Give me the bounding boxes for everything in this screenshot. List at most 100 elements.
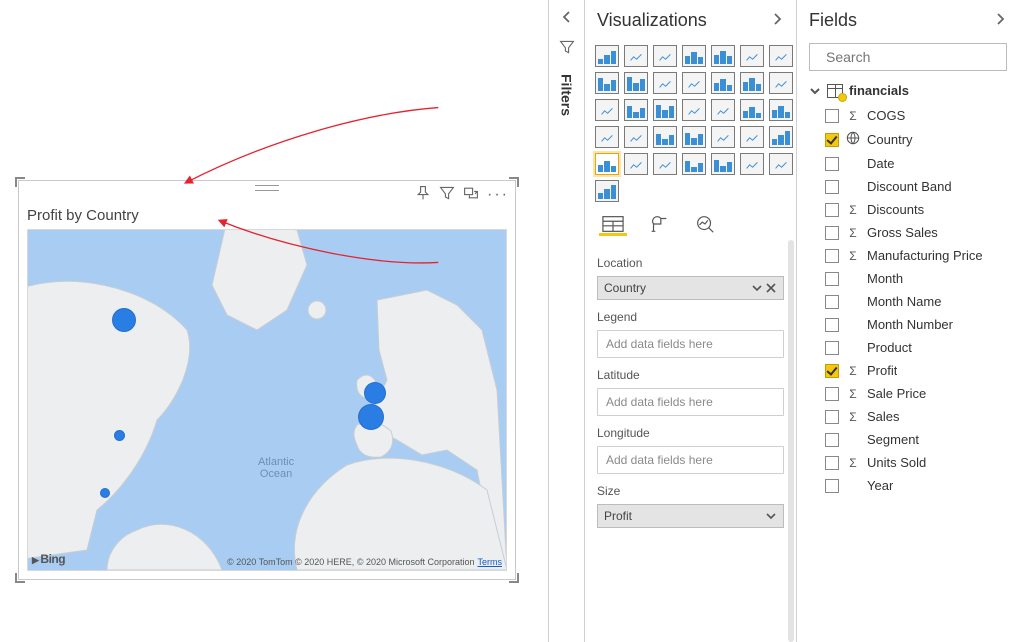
viz-type-tile[interactable] [595,99,619,121]
field-item[interactable]: Month Name [825,290,1007,313]
viz-type-tile[interactable] [740,45,764,67]
viz-type-tile[interactable] [653,72,677,94]
viz-type-tile[interactable] [711,126,735,148]
viz-type-tile[interactable] [682,72,706,94]
field-item[interactable]: Year [825,474,1007,497]
field-checkbox[interactable] [825,318,839,332]
field-item[interactable]: ΣProfit [825,359,1007,382]
viz-type-tile[interactable] [624,72,648,94]
field-item[interactable]: ΣDiscounts [825,198,1007,221]
field-checkbox[interactable] [825,456,839,470]
field-checkbox[interactable] [825,272,839,286]
viz-type-tile[interactable] [624,99,648,121]
focus-mode-icon[interactable] [463,185,479,204]
field-checkbox[interactable] [825,180,839,194]
field-checkbox[interactable] [825,109,839,123]
resize-handle[interactable] [15,573,19,583]
remove-icon[interactable] [765,282,777,294]
viz-type-tile[interactable] [624,126,648,148]
tab-analytics[interactable] [691,214,719,236]
field-item[interactable]: Discount Band [825,175,1007,198]
more-options-icon[interactable]: ··· [487,189,509,201]
viz-type-tile[interactable] [595,72,619,94]
field-checkbox[interactable] [825,387,839,401]
viz-type-tile[interactable] [682,99,706,121]
viz-type-tile[interactable] [595,45,619,67]
well-location[interactable]: Country [597,276,784,300]
map-bubble[interactable] [112,308,136,332]
viz-type-tile[interactable] [740,153,764,175]
field-item[interactable]: Country [825,127,1007,152]
filter-icon[interactable] [439,185,455,204]
viz-type-tile[interactable] [624,45,648,67]
tab-fields[interactable] [599,214,627,236]
field-checkbox[interactable] [825,133,839,147]
viz-type-tile[interactable] [711,72,735,94]
field-item[interactable]: Date [825,152,1007,175]
well-size[interactable]: Profit [597,504,784,528]
viz-type-tile[interactable] [740,72,764,94]
tab-format[interactable] [645,214,673,236]
field-checkbox[interactable] [825,249,839,263]
chevron-down-icon[interactable] [751,282,763,294]
field-checkbox[interactable] [825,410,839,424]
map-visual[interactable]: ··· Profit by Country [18,180,516,580]
well-longitude[interactable]: Add data fields here [597,446,784,474]
viz-type-tile[interactable] [740,126,764,148]
well-latitude[interactable]: Add data fields here [597,388,784,416]
field-checkbox[interactable] [825,364,839,378]
resize-handle[interactable] [515,573,519,583]
field-checkbox[interactable] [825,203,839,217]
field-item[interactable]: Month Number [825,313,1007,336]
collapse-viz-button[interactable] [770,10,784,31]
field-item[interactable]: ΣSale Price [825,382,1007,405]
viz-type-tile[interactable] [711,99,735,121]
field-checkbox[interactable] [825,479,839,493]
viz-type-tile[interactable] [682,126,706,148]
viz-type-tile[interactable] [682,45,706,67]
expand-filters-button[interactable] [560,10,574,27]
field-item[interactable]: Segment [825,428,1007,451]
viz-type-tile[interactable] [595,126,619,148]
field-item[interactable]: Month [825,267,1007,290]
viz-type-tile[interactable] [711,45,735,67]
viz-type-tile[interactable] [769,126,793,148]
pin-icon[interactable] [415,185,431,204]
field-item[interactable]: ΣManufacturing Price [825,244,1007,267]
terms-link[interactable]: Terms [478,557,503,567]
scrollbar[interactable] [788,240,794,642]
well-legend[interactable]: Add data fields here [597,330,784,358]
field-checkbox[interactable] [825,226,839,240]
viz-type-tile[interactable] [740,99,764,121]
viz-type-tile[interactable] [769,153,793,175]
drag-handle[interactable] [255,185,279,191]
field-item[interactable]: ΣSales [825,405,1007,428]
chevron-down-icon[interactable] [765,510,777,522]
viz-type-tile[interactable] [769,72,793,94]
resize-handle[interactable] [515,177,519,187]
viz-type-tile[interactable] [769,45,793,67]
viz-type-tile[interactable] [682,153,706,175]
viz-type-tile[interactable] [624,153,648,175]
table-financials[interactable]: financials [797,81,1019,104]
viz-type-tile[interactable] [595,180,619,202]
field-checkbox[interactable] [825,157,839,171]
field-item[interactable]: ΣGross Sales [825,221,1007,244]
viz-type-tile[interactable] [653,126,677,148]
report-canvas[interactable]: ··· Profit by Country [0,0,549,642]
viz-type-tile[interactable] [711,153,735,175]
resize-handle[interactable] [15,177,19,187]
viz-type-tile[interactable] [653,153,677,175]
field-checkbox[interactable] [825,295,839,309]
field-checkbox[interactable] [825,341,839,355]
field-item[interactable]: ΣCOGS [825,104,1007,127]
map-bubble[interactable] [100,488,110,498]
viz-type-tile[interactable] [653,45,677,67]
field-item[interactable]: ΣUnits Sold [825,451,1007,474]
field-checkbox[interactable] [825,433,839,447]
map-bubble[interactable] [358,404,384,430]
search-input[interactable] [809,43,1007,71]
map-chart[interactable]: Atlantic Ocean Bing © 2020 TomTom © 2020… [27,229,507,571]
viz-type-tile[interactable] [769,99,793,121]
viz-type-tile[interactable] [653,99,677,121]
